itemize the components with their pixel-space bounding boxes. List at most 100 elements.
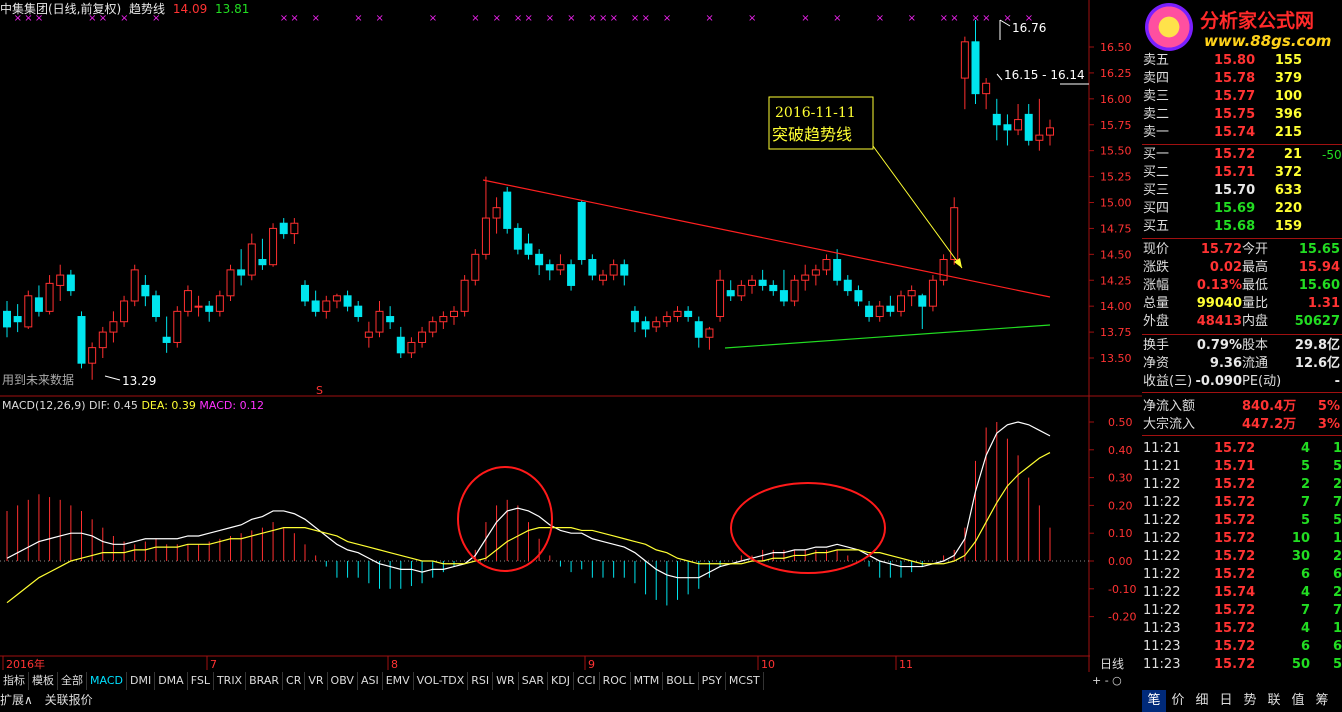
candle	[748, 275, 756, 294]
candle-body	[588, 259, 597, 276]
tab-wr[interactable]: WR	[493, 672, 519, 690]
candle	[343, 290, 352, 312]
macd-tick-label: -0.10	[1108, 583, 1136, 596]
candle	[1035, 98, 1044, 151]
candle-body	[556, 264, 565, 271]
bid-row: 买一 15.72 21	[1142, 146, 1342, 164]
signal-marker: ×	[99, 13, 107, 24]
ask-label: 卖五	[1143, 53, 1170, 68]
tab-psy[interactable]: PSY	[699, 672, 726, 690]
signal-marker: ×	[940, 13, 948, 24]
candle-body	[726, 290, 735, 297]
candle	[769, 280, 778, 296]
tick-count: 7	[1332, 603, 1342, 618]
bid-volume: 633	[1274, 183, 1302, 198]
candle	[577, 200, 586, 265]
right-tab-6[interactable]: 值	[1286, 690, 1310, 712]
macd-tick-label: 0.10	[1108, 527, 1133, 540]
tab-trix[interactable]: TRIX	[214, 672, 247, 690]
tab-rsi[interactable]: RSI	[468, 672, 494, 690]
tab-obv[interactable]: OBV	[328, 672, 358, 690]
ask-label: 卖一	[1143, 125, 1170, 140]
candle-body	[3, 310, 11, 328]
tab-vol-tdx[interactable]: VOL-TDX	[414, 672, 469, 690]
candle-body	[290, 222, 299, 235]
tab-emv[interactable]: EMV	[383, 672, 414, 690]
candle	[141, 275, 150, 307]
period-label[interactable]: 日线	[1100, 657, 1124, 671]
tab-sar[interactable]: SAR	[519, 672, 549, 690]
chart-canvas[interactable]: 16.50 16.25 16.00 15.75 15.50 15.25 15.00 14.75…	[0, 0, 1142, 690]
related-quote-button[interactable]: 关联报价	[45, 693, 93, 707]
tab-cci[interactable]: CCI	[574, 672, 600, 690]
price-tick-label: 16.00	[1100, 93, 1132, 106]
tab-cr[interactable]: CR	[283, 672, 306, 690]
right-tab-3[interactable]: 日	[1214, 690, 1238, 712]
candle-body	[1035, 134, 1044, 141]
stat-value-2: 1.31	[1307, 296, 1340, 311]
tab-模板[interactable]: 模板	[29, 672, 58, 690]
signal-marker: ×	[514, 13, 522, 24]
tab-dma[interactable]: DMA	[155, 672, 188, 690]
bid-volume: 372	[1274, 165, 1302, 180]
stat-row: 净资 9.36 流通 12.6亿	[1142, 355, 1342, 373]
candle-body	[769, 284, 778, 292]
signal-marker: ×	[312, 13, 320, 24]
ask-row: 卖三 15.77 100	[1142, 88, 1342, 106]
price-tick-label: 15.50	[1100, 145, 1132, 158]
candle-body	[364, 331, 373, 338]
candle-body	[332, 295, 341, 302]
tab-指标[interactable]: 指标	[0, 672, 29, 690]
expand-button[interactable]: 扩展∧	[0, 693, 33, 707]
right-tab-4[interactable]: 势	[1238, 690, 1262, 712]
tab-roc[interactable]: ROC	[600, 672, 631, 690]
right-tab-5[interactable]: 联	[1262, 690, 1286, 712]
tab-vr[interactable]: VR	[305, 672, 328, 690]
tick-time: 11:22	[1143, 603, 1181, 618]
candle-body	[279, 222, 288, 235]
candle-body	[705, 328, 714, 338]
candle-body	[897, 295, 905, 312]
tab-全部[interactable]: 全部	[58, 672, 87, 690]
right-tab-0[interactable]: 笔	[1142, 690, 1166, 712]
right-panel-tabs: 笔价细日势联值筹	[1142, 690, 1342, 712]
site-logo: 分析家公式网 www.88gs.com	[1142, 0, 1342, 52]
price-tick-label: 15.00	[1100, 197, 1132, 210]
candle	[194, 295, 203, 317]
price-tick-label: 13.75	[1100, 326, 1132, 339]
signal-marker: ×	[546, 13, 554, 24]
bid-price: 15.69	[1214, 201, 1256, 216]
tab-fsl[interactable]: FSL	[188, 672, 214, 690]
candle-body	[673, 310, 682, 318]
candle	[88, 342, 97, 380]
tab-macd[interactable]: MACD	[87, 672, 127, 690]
candle	[811, 264, 820, 286]
tab-boll[interactable]: BOLL	[663, 672, 699, 690]
tick-row: 11:22 15.72 7 7	[1142, 602, 1342, 620]
candle	[684, 306, 693, 322]
signal-marker: ×	[588, 13, 596, 24]
tab-kdj[interactable]: KDJ	[548, 672, 574, 690]
candle	[726, 280, 735, 301]
right-tab-1[interactable]: 价	[1166, 690, 1190, 712]
candle	[162, 316, 171, 353]
candle-body	[173, 310, 182, 343]
indicator-tabs: 指标 模板 全部 MACD DMI DMA FSL TRIX BRAR CR VR OBV ASI EMV…	[0, 672, 1090, 690]
tick-row: 11:22 15.72 30 2	[1142, 548, 1342, 566]
tick-count: 2	[1332, 477, 1342, 492]
right-tab-2[interactable]: 细	[1190, 690, 1214, 712]
bid-label: 买五	[1143, 219, 1170, 234]
stat-label: 现价	[1143, 242, 1170, 257]
tab-asi[interactable]: ASI	[358, 672, 383, 690]
tab-dmi[interactable]: DMI	[127, 672, 156, 690]
tab-mcst[interactable]: MCST	[726, 672, 764, 690]
candle	[854, 285, 863, 307]
candle-body	[599, 274, 607, 281]
tab-mtm[interactable]: MTM	[631, 672, 664, 690]
tab-brar[interactable]: BRAR	[246, 672, 284, 690]
candle-body	[545, 264, 554, 271]
candle	[875, 300, 884, 322]
divider	[1142, 334, 1342, 335]
right-tab-7[interactable]: 筹	[1310, 690, 1334, 712]
zoom-buttons[interactable]: + - ○	[1092, 674, 1122, 687]
